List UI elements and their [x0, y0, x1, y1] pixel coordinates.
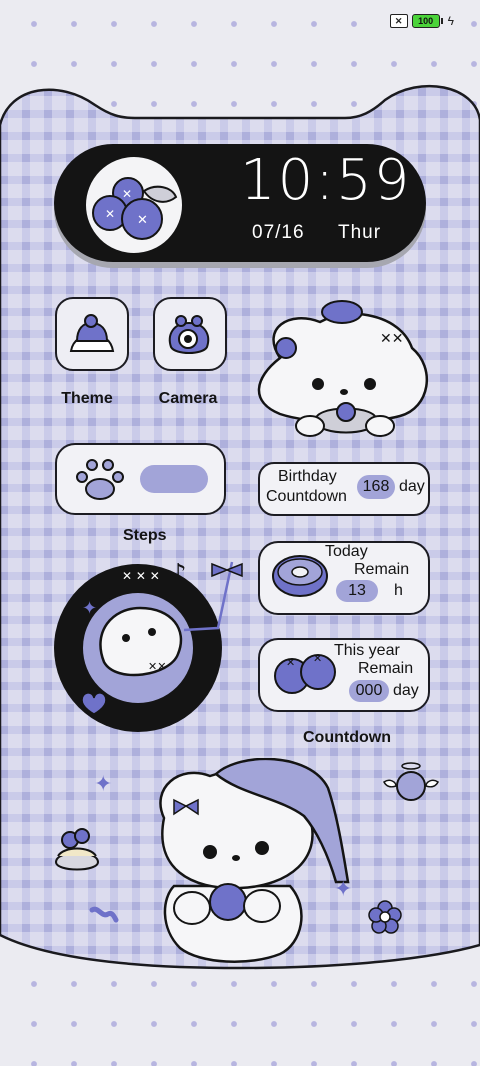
- year-line2: Remain: [358, 660, 414, 677]
- berries-icon: ✕ ✕: [274, 652, 336, 694]
- theme-label: Theme: [61, 390, 113, 407]
- svg-text:✕: ✕: [122, 187, 132, 201]
- clock-weekday: Thur: [338, 222, 382, 243]
- countdown-label: Countdown: [303, 729, 391, 746]
- birthday-line2: Countdown: [266, 488, 347, 505]
- music-player-widget[interactable]: ✕✕ ✕ ✕ ✕ ✦ ♪: [52, 552, 248, 736]
- svg-text:✕: ✕: [137, 213, 148, 228]
- year-value: 000: [349, 680, 389, 702]
- svg-text:♪: ♪: [170, 559, 187, 589]
- svg-text:✦: ✦: [82, 598, 97, 619]
- theme-icon: [69, 314, 115, 352]
- today-line1: Today: [325, 543, 368, 560]
- clock-time: 10:59: [240, 148, 412, 213]
- year-unit: day: [393, 682, 419, 699]
- svg-text:✦: ✦: [334, 877, 352, 902]
- angel-berry-icon: [383, 762, 439, 801]
- charging-icon: ϟ: [447, 14, 454, 28]
- camera-app-icon[interactable]: [153, 297, 227, 371]
- birthday-value: 168: [357, 475, 395, 499]
- battery-level: 100: [418, 16, 434, 26]
- clock-date: 07/16: [252, 222, 305, 243]
- blueberry-icon: ✕ ✕ ✕: [84, 155, 184, 255]
- today-line2: Remain: [354, 561, 410, 578]
- steps-value-pill: [140, 465, 208, 493]
- birthday-line1: Birthday: [278, 468, 337, 485]
- camera-icon: [168, 315, 210, 354]
- svg-text:✕: ✕: [286, 656, 295, 669]
- paw-icon: [76, 459, 124, 500]
- svg-text:✦: ✦: [94, 772, 112, 796]
- bear-nightcap-sticker: ✦: [159, 758, 352, 963]
- svg-text:✕: ✕: [313, 652, 322, 665]
- today-unit: h: [394, 582, 403, 599]
- donut-icon: [272, 555, 328, 597]
- squiggle-icon: [89, 906, 119, 923]
- year-line1: This year: [334, 642, 400, 659]
- theme-app-icon[interactable]: [55, 297, 129, 371]
- battery-icon: 100: [411, 14, 443, 28]
- sparkle-icon: ✦: [94, 772, 112, 796]
- today-value: 13: [336, 580, 378, 602]
- cake-icon: [54, 828, 100, 871]
- bear-cake-sticker: ✕✕: [257, 300, 428, 437]
- svg-text:✕✕: ✕✕: [380, 331, 403, 347]
- camera-label: Camera: [158, 390, 218, 407]
- svg-text:✕✕: ✕✕: [148, 660, 166, 673]
- no-sim-icon: ✕: [389, 14, 408, 28]
- status-bar: ✕ 100 ϟ: [389, 14, 454, 28]
- svg-text:✕: ✕: [105, 207, 115, 221]
- svg-text:✕ ✕ ✕: ✕ ✕ ✕: [122, 569, 160, 583]
- steps-label: Steps: [123, 527, 167, 544]
- flower-icon: [368, 900, 402, 934]
- birthday-unit: day: [399, 478, 425, 495]
